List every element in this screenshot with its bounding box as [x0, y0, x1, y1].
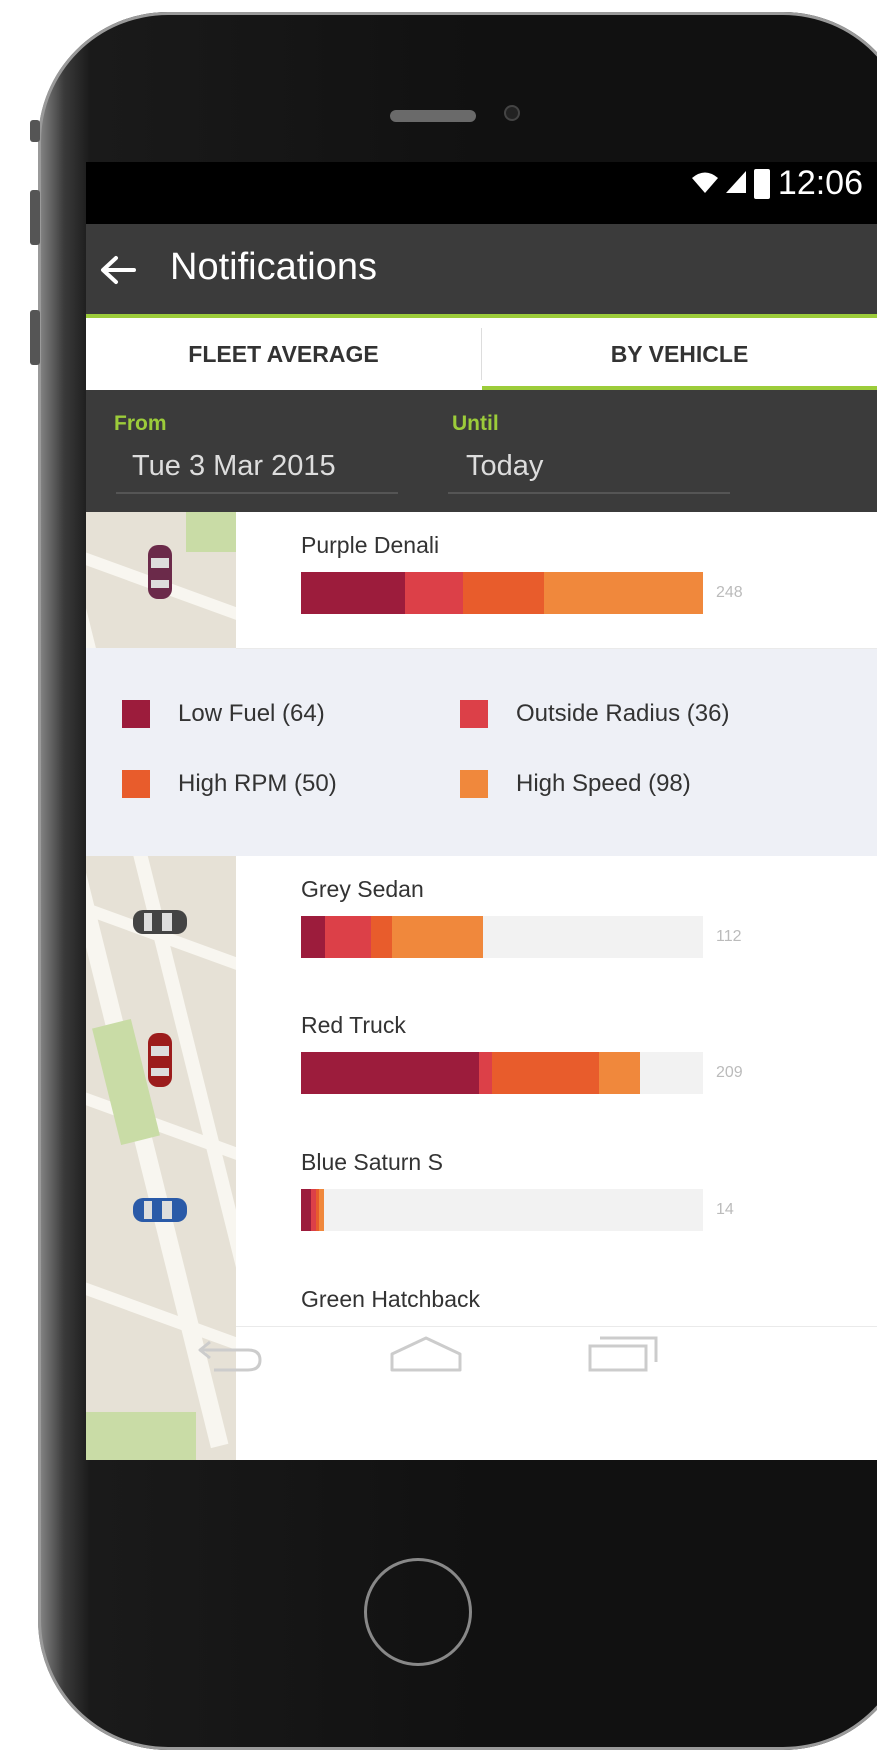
alert-bar-segment [463, 572, 545, 614]
vehicle-name: Purple Denali [301, 532, 440, 558]
vehicle-name: Blue Saturn S [301, 1149, 443, 1175]
nav-home-icon[interactable] [388, 1334, 464, 1379]
tab-fleet-average[interactable]: FLEET AVERAGE [86, 318, 481, 390]
vehicle-alert-total: 112 [716, 928, 742, 945]
alert-bar-segment [301, 1052, 480, 1094]
from-date-field[interactable]: Tue 3 Mar 2015 [132, 450, 336, 483]
alert-bar-segment [370, 916, 392, 958]
arrow-left-icon[interactable] [100, 242, 136, 296]
alert-bar-track [301, 1189, 703, 1231]
alert-bar-segment [301, 1189, 311, 1231]
alert-bar-segment [391, 916, 483, 958]
until-underline [448, 492, 730, 494]
alert-bar-track [301, 916, 703, 958]
signal-icon [725, 168, 746, 200]
legend-item-high-speed: High Speed (98) [460, 770, 691, 798]
app-bar: Notifications [86, 224, 877, 314]
legend-label: High RPM (50) [178, 770, 337, 797]
alert-bar-segment [404, 572, 464, 614]
alert-bar-segment [479, 1052, 493, 1094]
from-underline [116, 492, 398, 494]
date-range-bar: From Tue 3 Mar 2015 Until Today [86, 390, 877, 512]
legend-item-high-rpm: High RPM (50) [122, 770, 337, 798]
vehicle-row[interactable]: Grey Sedan 112 [236, 856, 877, 993]
vehicle-list: Low Fuel (64) Outside Radius (36) High R… [86, 512, 877, 1460]
page-title: Notifications [170, 246, 377, 288]
legend-swatch [460, 700, 488, 728]
vehicle-name: Grey Sedan [301, 876, 424, 902]
until-date-field[interactable]: Today [466, 450, 543, 483]
legend-swatch [122, 700, 150, 728]
alert-bar-track [301, 572, 703, 614]
vehicle-row[interactable]: Purple Denali 248 [236, 512, 877, 649]
legend-item-low-fuel: Low Fuel (64) [122, 700, 325, 728]
legend-swatch [122, 770, 150, 798]
phone-screen: 12:06 Notifications FLEET AVERAGE BY VEH… [86, 162, 877, 1460]
vehicle-alert-total: 248 [716, 584, 743, 601]
mute-switch [30, 120, 40, 142]
until-label: Until [452, 412, 499, 435]
car-marker-icon[interactable] [132, 908, 188, 936]
nav-recents-icon[interactable] [586, 1334, 660, 1379]
vehicle-row[interactable]: Green Hatchback [236, 1266, 877, 1327]
volume-down-button [30, 310, 40, 365]
legend-label: Outside Radius (36) [516, 700, 730, 727]
legend-panel: Low Fuel (64) Outside Radius (36) High R… [86, 627, 877, 856]
alert-bar-segment [599, 1052, 640, 1094]
legend-label: Low Fuel (64) [178, 700, 325, 727]
vehicle-alert-total: 209 [716, 1064, 743, 1081]
legend-swatch [460, 770, 488, 798]
vehicle-name: Green Hatchback [301, 1286, 480, 1312]
legend-label: High Speed (98) [516, 770, 691, 797]
vehicle-alert-total: 14 [716, 1201, 734, 1218]
alert-bar-segment [492, 1052, 600, 1094]
battery-icon [753, 168, 770, 199]
nav-back-icon[interactable] [196, 1336, 266, 1381]
volume-up-button [30, 190, 40, 245]
alert-bar-segment [325, 916, 371, 958]
front-camera [504, 105, 520, 121]
vehicle-row[interactable]: Red Truck 209 [236, 992, 877, 1130]
earpiece-speaker [390, 110, 476, 122]
status-time: 12:06 [777, 164, 863, 202]
vehicle-name: Red Truck [301, 1012, 406, 1038]
status-bar: 12:06 [86, 162, 877, 224]
car-marker-icon[interactable] [146, 544, 174, 600]
alert-bar-segment [301, 572, 405, 614]
tab-bar: FLEET AVERAGE BY VEHICLE [86, 318, 877, 392]
alert-bar-segment [544, 572, 703, 614]
car-marker-icon[interactable] [146, 1032, 174, 1088]
alert-bar-track [301, 1052, 703, 1094]
wifi-icon [691, 168, 718, 200]
car-marker-icon[interactable] [132, 1196, 188, 1224]
legend-item-outside-radius: Outside Radius (36) [460, 700, 729, 728]
alert-bar-segment [318, 1189, 324, 1231]
vehicle-row[interactable]: Blue Saturn S 14 [236, 1129, 877, 1267]
from-label: From [114, 412, 167, 435]
tab-by-vehicle[interactable]: BY VEHICLE [482, 318, 877, 392]
alert-bar-segment [301, 916, 326, 958]
hardware-home-button[interactable] [364, 1558, 472, 1666]
